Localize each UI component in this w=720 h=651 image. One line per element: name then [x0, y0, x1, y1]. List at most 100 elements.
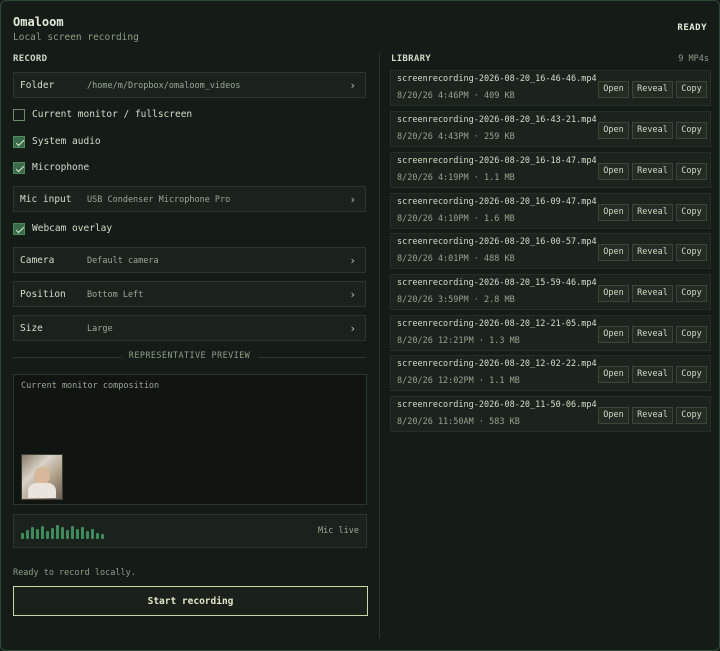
microphone-label: Microphone	[32, 162, 90, 173]
reveal-button[interactable]: Reveal	[632, 366, 673, 383]
open-button[interactable]: Open	[598, 122, 629, 139]
mic-level-meter: Mic live	[13, 514, 367, 548]
file-meta: 8/20/26 12:21PM · 1.3 MB	[397, 336, 520, 346]
copy-button[interactable]: Copy	[676, 81, 707, 98]
file-name: screenrecording-2026-08-20_12-21-05.mp4	[397, 319, 597, 329]
reveal-button[interactable]: Reveal	[632, 244, 673, 261]
position-label: Position	[20, 289, 66, 300]
preview-caption: Current monitor composition	[21, 381, 160, 391]
chevron-right-icon: ›	[349, 288, 356, 301]
copy-button[interactable]: Copy	[676, 326, 707, 343]
file-name: screenrecording-2026-08-20_15-59-46.mp4	[397, 278, 597, 288]
reveal-button[interactable]: Reveal	[632, 122, 673, 139]
library-item: screenrecording-2026-08-20_16-43-21.mp4 …	[390, 111, 711, 147]
reveal-button[interactable]: Reveal	[632, 407, 673, 424]
file-meta: 8/20/26 4:46PM · 409 KB	[397, 91, 515, 101]
copy-button[interactable]: Copy	[676, 122, 707, 139]
file-meta: 8/20/26 4:43PM · 259 KB	[397, 132, 515, 142]
copy-button[interactable]: Copy	[676, 244, 707, 261]
copy-button[interactable]: Copy	[676, 407, 707, 424]
library-item: screenrecording-2026-08-20_15-59-46.mp4 …	[390, 274, 711, 310]
system-audio-checkbox[interactable]	[13, 136, 25, 148]
position-row[interactable]: Position Bottom Left ›	[13, 281, 366, 307]
app-subtitle: Local screen recording	[13, 32, 139, 43]
copy-button[interactable]: Copy	[676, 163, 707, 180]
open-button[interactable]: Open	[598, 326, 629, 343]
copy-button[interactable]: Copy	[676, 285, 707, 302]
file-name: screenrecording-2026-08-20_16-46-46.mp4	[397, 74, 597, 84]
file-meta: 8/20/26 4:10PM · 1.6 MB	[397, 214, 515, 224]
library-item: screenrecording-2026-08-20_16-18-47.mp4 …	[390, 152, 711, 188]
wave-bar	[51, 528, 54, 539]
chevron-right-icon: ›	[349, 79, 356, 92]
open-button[interactable]: Open	[598, 366, 629, 383]
reveal-button[interactable]: Reveal	[632, 81, 673, 98]
camera-value: Default camera	[87, 256, 159, 266]
size-row[interactable]: Size Large ›	[13, 315, 366, 341]
reveal-button[interactable]: Reveal	[632, 326, 673, 343]
reveal-button[interactable]: Reveal	[632, 204, 673, 221]
open-button[interactable]: Open	[598, 407, 629, 424]
camera-row[interactable]: Camera Default camera ›	[13, 247, 366, 273]
open-button[interactable]: Open	[598, 163, 629, 180]
wave-bar	[91, 529, 94, 539]
size-label: Size	[20, 323, 43, 334]
wave-bar	[21, 533, 24, 539]
preview-canvas: Current monitor composition	[13, 374, 367, 505]
preview-heading-text: REPRESENTATIVE PREVIEW	[128, 351, 251, 361]
mic-live-label: Mic live	[318, 526, 359, 536]
file-meta: 8/20/26 4:19PM · 1.1 MB	[397, 173, 515, 183]
library-item: screenrecording-2026-08-20_16-00-57.mp4 …	[390, 233, 711, 269]
wave-bar	[31, 527, 34, 539]
wave-bar	[46, 531, 49, 539]
copy-button[interactable]: Copy	[676, 204, 707, 221]
mic-input-value: USB Condenser Microphone Pro	[87, 195, 231, 205]
wave-bar	[76, 529, 79, 539]
chevron-right-icon: ›	[349, 254, 356, 267]
reveal-button[interactable]: Reveal	[632, 163, 673, 180]
webcam-overlay-label: Webcam overlay	[32, 223, 113, 234]
current-monitor-label: Current monitor / fullscreen	[32, 109, 193, 120]
file-meta: 8/20/26 12:02PM · 1.1 MB	[397, 376, 520, 386]
reveal-button[interactable]: Reveal	[632, 285, 673, 302]
wave-bar	[41, 526, 44, 539]
wave-bar	[81, 527, 84, 539]
preview-heading: REPRESENTATIVE PREVIEW	[13, 351, 366, 363]
open-button[interactable]: Open	[598, 204, 629, 221]
wave-bar	[86, 531, 89, 539]
webcam-body	[28, 483, 56, 498]
file-name: screenrecording-2026-08-20_16-18-47.mp4	[397, 156, 597, 166]
status-badge: READY	[677, 23, 707, 33]
folder-row[interactable]: Folder /home/m/Dropbox/omaloom_videos ›	[13, 72, 366, 98]
column-divider	[379, 53, 380, 639]
copy-button[interactable]: Copy	[676, 366, 707, 383]
library-item: screenrecording-2026-08-20_16-09-47.mp4 …	[390, 193, 711, 229]
webcam-overlay-checkbox[interactable]	[13, 223, 25, 235]
library-count: 9 MP4s	[678, 54, 709, 64]
open-button[interactable]: Open	[598, 285, 629, 302]
microphone-checkbox[interactable]	[13, 162, 25, 174]
app-title: Omaloom	[13, 15, 64, 29]
webcam-thumbnail	[21, 454, 63, 500]
app-window: Omaloom Local screen recording READY REC…	[0, 0, 720, 651]
current-monitor-checkbox[interactable]	[13, 109, 25, 121]
library-section-label: LIBRARY	[391, 54, 432, 64]
position-value: Bottom Left	[87, 290, 144, 300]
wave-bar	[56, 525, 59, 539]
file-name: screenrecording-2026-08-20_16-09-47.mp4	[397, 197, 597, 207]
mic-input-row[interactable]: Mic input USB Condenser Microphone Pro ›	[13, 186, 366, 212]
mic-input-label: Mic input	[20, 194, 72, 205]
folder-value: /home/m/Dropbox/omaloom_videos	[87, 81, 241, 91]
open-button[interactable]: Open	[598, 81, 629, 98]
wave-bar	[101, 534, 104, 539]
start-recording-button[interactable]: Start recording	[13, 586, 368, 616]
chevron-right-icon: ›	[349, 322, 356, 335]
size-value: Large	[87, 324, 113, 334]
open-button[interactable]: Open	[598, 244, 629, 261]
chevron-right-icon: ›	[349, 193, 356, 206]
library-item: screenrecording-2026-08-20_16-46-46.mp4 …	[390, 70, 711, 106]
record-section-label: RECORD	[13, 54, 48, 64]
folder-label: Folder	[20, 80, 55, 91]
wave-bar	[96, 533, 99, 539]
wave-bar	[36, 529, 39, 539]
